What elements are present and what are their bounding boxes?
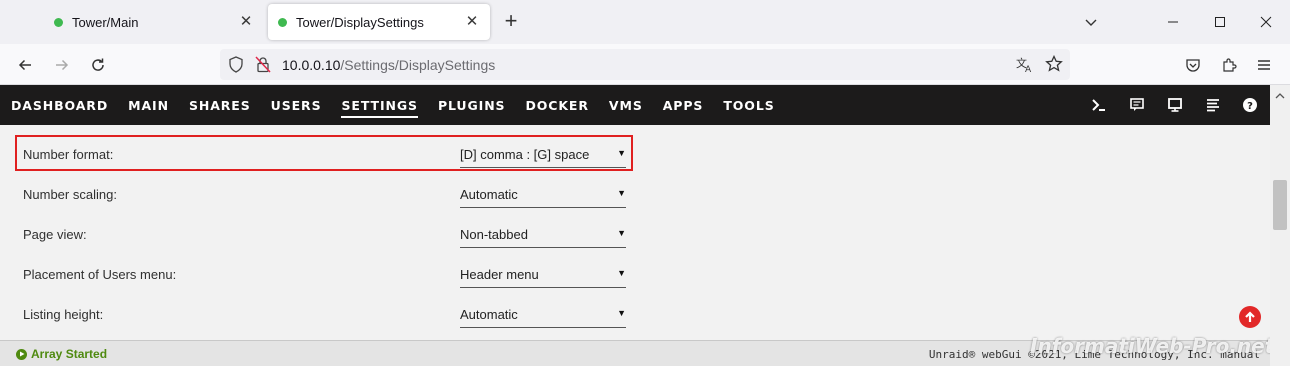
setting-label: Number scaling:	[23, 187, 117, 202]
number-scaling-select[interactable]: Automatic ▼	[460, 178, 626, 208]
setting-row-users-menu-placement: Placement of Users menu: Header menu ▼	[0, 250, 660, 290]
menu-main[interactable]: MAIN	[128, 98, 169, 118]
close-tab-icon[interactable]: ✕	[238, 14, 254, 30]
dropdown-arrow-icon: ▼	[617, 308, 626, 318]
tab-tower-main[interactable]: Tower/Main ✕	[40, 4, 264, 40]
menu-docker[interactable]: DOCKER	[525, 98, 588, 118]
setting-row-page-view: Page view: Non-tabbed ▼	[0, 210, 660, 250]
terminal-icon[interactable]	[1090, 96, 1108, 114]
page-view-select[interactable]: Non-tabbed ▼	[460, 218, 626, 248]
scroll-to-top-button[interactable]	[1239, 306, 1261, 328]
tab-tower-displaysettings[interactable]: Tower/DisplaySettings ✕	[268, 4, 490, 40]
select-value: Header menu	[460, 267, 539, 282]
dropdown-arrow-icon: ▼	[617, 268, 626, 278]
maximize-window-button[interactable]	[1208, 10, 1232, 34]
listing-height-select[interactable]: Automatic ▼	[460, 298, 626, 328]
unraid-header: DASHBOARD MAIN SHARES USERS SETTINGS PLU…	[0, 85, 1270, 125]
close-tab-icon[interactable]: ✕	[464, 14, 480, 30]
play-circle-icon	[16, 348, 27, 360]
new-tab-button[interactable]: +	[500, 10, 522, 32]
display-settings-content: Number format: [D] comma : [G] space ▼ N…	[0, 125, 1270, 340]
minimize-window-button[interactable]	[1161, 10, 1185, 34]
reload-icon[interactable]	[86, 53, 110, 77]
forward-arrow-icon[interactable]	[50, 53, 74, 77]
bookmark-star-icon[interactable]	[1045, 54, 1063, 78]
feedback-icon[interactable]	[1128, 96, 1146, 114]
select-value: Automatic	[460, 307, 518, 322]
dropdown-arrow-icon: ▼	[617, 228, 626, 238]
array-status: Array Started	[16, 347, 107, 361]
setting-row-number-format: Number format: [D] comma : [G] space ▼	[0, 130, 660, 170]
menu-users[interactable]: USERS	[271, 98, 322, 118]
browser-navbar: 10.0.0.10/Settings/DisplaySettings 文A	[0, 44, 1290, 85]
monitor-icon[interactable]	[1166, 96, 1184, 114]
array-status-text: Array Started	[31, 347, 108, 361]
url-path: /Settings/DisplaySettings	[340, 57, 496, 73]
hamburger-menu-icon[interactable]	[1252, 53, 1276, 77]
svg-text:A: A	[1025, 65, 1032, 73]
menu-dashboard[interactable]: DASHBOARD	[11, 98, 108, 118]
url-text[interactable]: 10.0.0.10/Settings/DisplaySettings	[282, 57, 495, 73]
number-format-select[interactable]: [D] comma : [G] space ▼	[460, 138, 626, 168]
tab-title: Tower/Main	[72, 14, 139, 30]
browser-tabstrip: Tower/Main ✕ Tower/DisplaySettings ✕ +	[0, 0, 1290, 44]
url-host: 10.0.0.10	[282, 57, 341, 73]
main-menu: DASHBOARD MAIN SHARES USERS SETTINGS PLU…	[11, 98, 795, 118]
scroll-up-arrow-icon[interactable]	[1275, 91, 1285, 101]
menu-shares[interactable]: SHARES	[189, 98, 251, 118]
menu-plugins[interactable]: PLUGINS	[438, 98, 506, 118]
insecure-lock-icon[interactable]	[255, 56, 271, 78]
scrollbar-thumb[interactable]	[1273, 180, 1287, 230]
log-icon[interactable]	[1204, 96, 1222, 114]
address-bar[interactable]: 10.0.0.10/Settings/DisplaySettings 文A	[220, 49, 1070, 80]
shield-icon[interactable]	[228, 56, 244, 78]
setting-label: Placement of Users menu:	[23, 267, 177, 282]
translate-icon[interactable]: 文A	[1016, 56, 1034, 78]
list-tabs-chevron-icon[interactable]	[1079, 10, 1103, 34]
setting-label: Number format:	[23, 147, 114, 162]
back-arrow-icon[interactable]	[13, 53, 37, 77]
setting-row-listing-height: Listing height: Automatic ▼	[0, 290, 660, 330]
page-scrollbar[interactable]	[1270, 85, 1290, 366]
menu-vms[interactable]: VMS	[609, 98, 643, 118]
menu-settings[interactable]: SETTINGS	[341, 98, 418, 118]
extensions-icon[interactable]	[1217, 53, 1241, 77]
menu-tools[interactable]: TOOLS	[723, 98, 774, 118]
pocket-icon[interactable]	[1181, 53, 1205, 77]
setting-row-number-scaling: Number scaling: Automatic ▼	[0, 170, 660, 210]
watermark-text: InformatiWeb-Pro.net	[1030, 334, 1275, 358]
close-window-button[interactable]	[1254, 10, 1278, 34]
svg-text:?: ?	[1247, 101, 1253, 112]
select-value: [D] comma : [G] space	[460, 147, 590, 162]
setting-label: Page view:	[23, 227, 87, 242]
dropdown-arrow-icon: ▼	[617, 148, 626, 158]
menu-apps[interactable]: APPS	[663, 98, 704, 118]
dropdown-arrow-icon: ▼	[617, 188, 626, 198]
status-dot-icon	[278, 17, 287, 27]
tab-title: Tower/DisplaySettings	[296, 14, 424, 30]
setting-label: Listing height:	[23, 307, 104, 322]
select-value: Non-tabbed	[460, 227, 528, 242]
status-dot-icon	[54, 17, 63, 27]
help-icon[interactable]: ?	[1241, 96, 1259, 114]
users-menu-placement-select[interactable]: Header menu ▼	[460, 258, 626, 288]
select-value: Automatic	[460, 187, 518, 202]
